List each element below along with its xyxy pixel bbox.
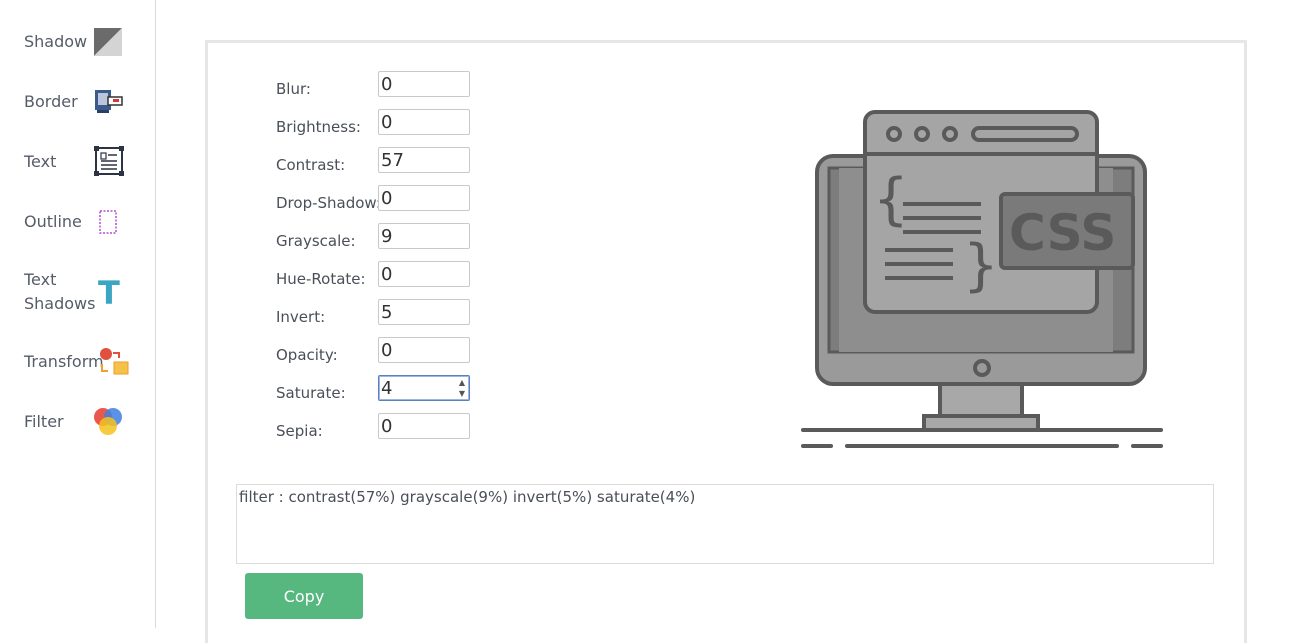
text-shadows-icon: T bbox=[96, 274, 122, 312]
monitor-css-illustration: { } CSS bbox=[795, 108, 1167, 458]
filter-icon bbox=[92, 406, 124, 442]
invert-input[interactable] bbox=[378, 299, 470, 325]
copy-button[interactable]: Copy bbox=[245, 573, 363, 619]
text-icon bbox=[94, 146, 124, 180]
svg-text:{: { bbox=[873, 167, 909, 232]
sidebar-item-label: Filter bbox=[24, 412, 64, 431]
sidebar-item-label: Text Shadows bbox=[24, 270, 96, 313]
sidebar-item-text-shadows[interactable]: Text Shadows T bbox=[24, 268, 134, 318]
contrast-input[interactable] bbox=[378, 147, 470, 173]
brightness-input[interactable] bbox=[378, 109, 470, 135]
hue-rotate-label: Hue-Rotate: bbox=[276, 270, 366, 288]
sidebar-item-text[interactable]: Text bbox=[24, 146, 134, 190]
grayscale-input[interactable] bbox=[378, 223, 470, 249]
opacity-input[interactable] bbox=[378, 337, 470, 363]
sidebar-item-label: Border bbox=[24, 92, 78, 111]
border-icon bbox=[94, 88, 124, 120]
saturate-spinner[interactable]: ▲ ▼ bbox=[456, 377, 468, 399]
transform-icon bbox=[98, 346, 130, 382]
sidebar-item-outline[interactable]: Outline bbox=[24, 210, 134, 250]
svg-text:}: } bbox=[963, 233, 999, 298]
grayscale-label: Grayscale: bbox=[276, 232, 356, 250]
invert-label: Invert: bbox=[276, 308, 326, 326]
brightness-label: Brightness: bbox=[276, 118, 361, 136]
css-badge-text: CSS bbox=[1009, 204, 1116, 262]
hue-rotate-input[interactable] bbox=[378, 261, 470, 287]
sidebar-item-label: Text bbox=[24, 152, 57, 171]
sepia-input[interactable] bbox=[378, 413, 470, 439]
sidebar-item-shadow[interactable]: Shadow bbox=[24, 28, 134, 70]
saturate-label: Saturate: bbox=[276, 384, 346, 402]
blur-label: Blur: bbox=[276, 80, 311, 98]
sepia-label: Sepia: bbox=[276, 422, 323, 440]
sidebar-item-label: Outline bbox=[24, 212, 82, 231]
drop-shadow-label: Drop-Shadow: bbox=[276, 194, 381, 212]
sidebar: Shadow Border Text Outline Text Shadows … bbox=[0, 0, 156, 628]
opacity-label: Opacity: bbox=[276, 346, 338, 364]
sidebar-item-border[interactable]: Border bbox=[24, 90, 134, 130]
contrast-label: Contrast: bbox=[276, 156, 346, 174]
drop-shadow-input[interactable] bbox=[378, 185, 470, 211]
sidebar-item-label: Shadow bbox=[24, 32, 88, 51]
sidebar-item-transform[interactable]: Transform bbox=[24, 348, 134, 390]
css-output[interactable]: filter : contrast(57%) grayscale(9%) inv… bbox=[236, 484, 1214, 564]
blur-input[interactable] bbox=[378, 71, 470, 97]
outline-icon bbox=[98, 209, 118, 239]
shadow-icon bbox=[94, 28, 122, 60]
sidebar-item-filter[interactable]: Filter bbox=[24, 408, 134, 450]
sidebar-item-label: Transform bbox=[24, 352, 104, 371]
svg-text:T: T bbox=[98, 276, 120, 308]
